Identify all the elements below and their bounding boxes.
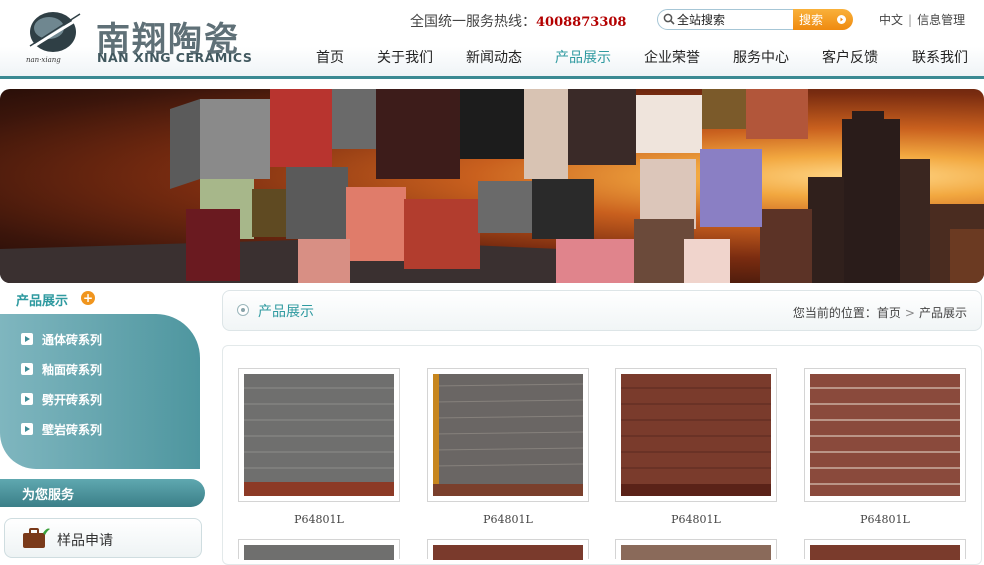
banner-tile-cubes-image — [0, 89, 984, 283]
product-thumbnail — [244, 374, 394, 496]
section-title: 产品展示 — [258, 304, 314, 320]
lang-link[interactable]: 中文 — [879, 13, 903, 27]
nav-item-products[interactable]: 产品展示 — [555, 47, 611, 67]
arrow-right-icon — [21, 333, 33, 345]
logo-emblem-icon[interactable]: nan·xiang — [22, 8, 84, 64]
sidebar-title: 产品展示 — [16, 294, 69, 309]
arrow-right-icon — [21, 393, 33, 405]
product-code[interactable]: P64801L — [615, 513, 777, 526]
product-thumbnail — [810, 374, 960, 496]
product-card[interactable] — [615, 539, 777, 560]
product-card[interactable] — [615, 368, 777, 502]
category-label: 通体砖系列 — [42, 333, 103, 347]
product-code[interactable]: P64801L — [238, 513, 400, 526]
product-thumbnail — [621, 374, 771, 496]
product-code[interactable]: P64801L — [427, 513, 589, 526]
product-card[interactable] — [238, 368, 400, 502]
service-header: 为您服务 — [0, 479, 205, 507]
search-icon — [663, 13, 675, 25]
category-item[interactable]: 通体砖系列 — [21, 331, 102, 349]
product-card[interactable] — [804, 368, 966, 502]
chevron-right-icon: > — [904, 306, 915, 320]
category-panel: 通体砖系列 釉面砖系列 劈开砖系列 壁岩砖系列 — [0, 314, 200, 469]
product-card[interactable] — [427, 368, 589, 502]
site-search: 搜索 — [657, 9, 853, 30]
product-card[interactable] — [238, 539, 400, 560]
breadcrumb-home[interactable]: 首页 — [877, 306, 901, 320]
category-label: 壁岩砖系列 — [42, 423, 103, 437]
search-input[interactable] — [677, 11, 789, 28]
briefcase-icon — [23, 528, 50, 548]
breadcrumb: 您当前的位置：首页 > 产品展示 — [793, 304, 967, 321]
category-item[interactable]: 壁岩砖系列 — [21, 421, 102, 439]
service-title: 为您服务 — [22, 488, 75, 503]
hero-banner — [0, 89, 984, 283]
category-label: 劈开砖系列 — [42, 393, 103, 407]
nav-item-news[interactable]: 新闻动态 — [466, 47, 522, 67]
brand-name-en: NAN XING CERAMICS — [97, 50, 253, 65]
hotline-number: 4008873308 — [536, 15, 627, 30]
emblem-text: nan·xiang — [26, 56, 61, 64]
plus-icon[interactable]: + — [81, 291, 95, 305]
bullet-icon — [237, 304, 249, 316]
site-header: nan·xiang 南翔陶瓷 NAN XING CERAMICS 全国统一服务热… — [0, 0, 984, 78]
hotline-label: 全国统一服务热线： — [410, 14, 536, 30]
arrow-circle-icon — [837, 15, 846, 24]
product-card[interactable] — [427, 539, 589, 560]
nav-item-honors[interactable]: 企业荣誉 — [644, 47, 700, 67]
product-code[interactable]: P64801L — [804, 513, 966, 526]
nav-item-service[interactable]: 服务中心 — [733, 47, 789, 67]
search-button-label: 搜索 — [799, 13, 824, 27]
category-item[interactable]: 釉面砖系列 — [21, 361, 102, 379]
admin-link[interactable]: 信息管理 — [917, 13, 965, 27]
hotline: 全国统一服务热线：4008873308 — [410, 11, 626, 31]
product-thumbnail — [433, 374, 583, 496]
product-card[interactable] — [804, 539, 966, 560]
breadcrumb-current: 产品展示 — [918, 306, 967, 320]
nav-item-home[interactable]: 首页 — [316, 47, 344, 67]
category-item[interactable]: 劈开砖系列 — [21, 391, 102, 409]
search-field — [657, 9, 795, 30]
nav-item-about[interactable]: 关于我们 — [377, 47, 433, 67]
breadcrumb-prefix: 您当前的位置： — [792, 306, 877, 320]
arrow-right-icon — [21, 423, 33, 435]
nav-item-feedback[interactable]: 客户反馈 — [822, 47, 878, 67]
header-divider — [0, 76, 984, 79]
section-header: 产品展示 您当前的位置：首页 > 产品展示 — [222, 290, 982, 331]
top-links: 中文 | 信息管理 — [879, 11, 965, 28]
divider: | — [908, 13, 913, 27]
sample-request-button[interactable]: 样品申请 — [4, 518, 202, 558]
category-label: 釉面砖系列 — [42, 363, 103, 377]
arrow-right-icon — [21, 363, 33, 375]
sample-request-label: 样品申请 — [57, 533, 113, 549]
nav-item-contact[interactable]: 联系我们 — [912, 47, 968, 67]
search-button[interactable]: 搜索 — [793, 9, 853, 30]
